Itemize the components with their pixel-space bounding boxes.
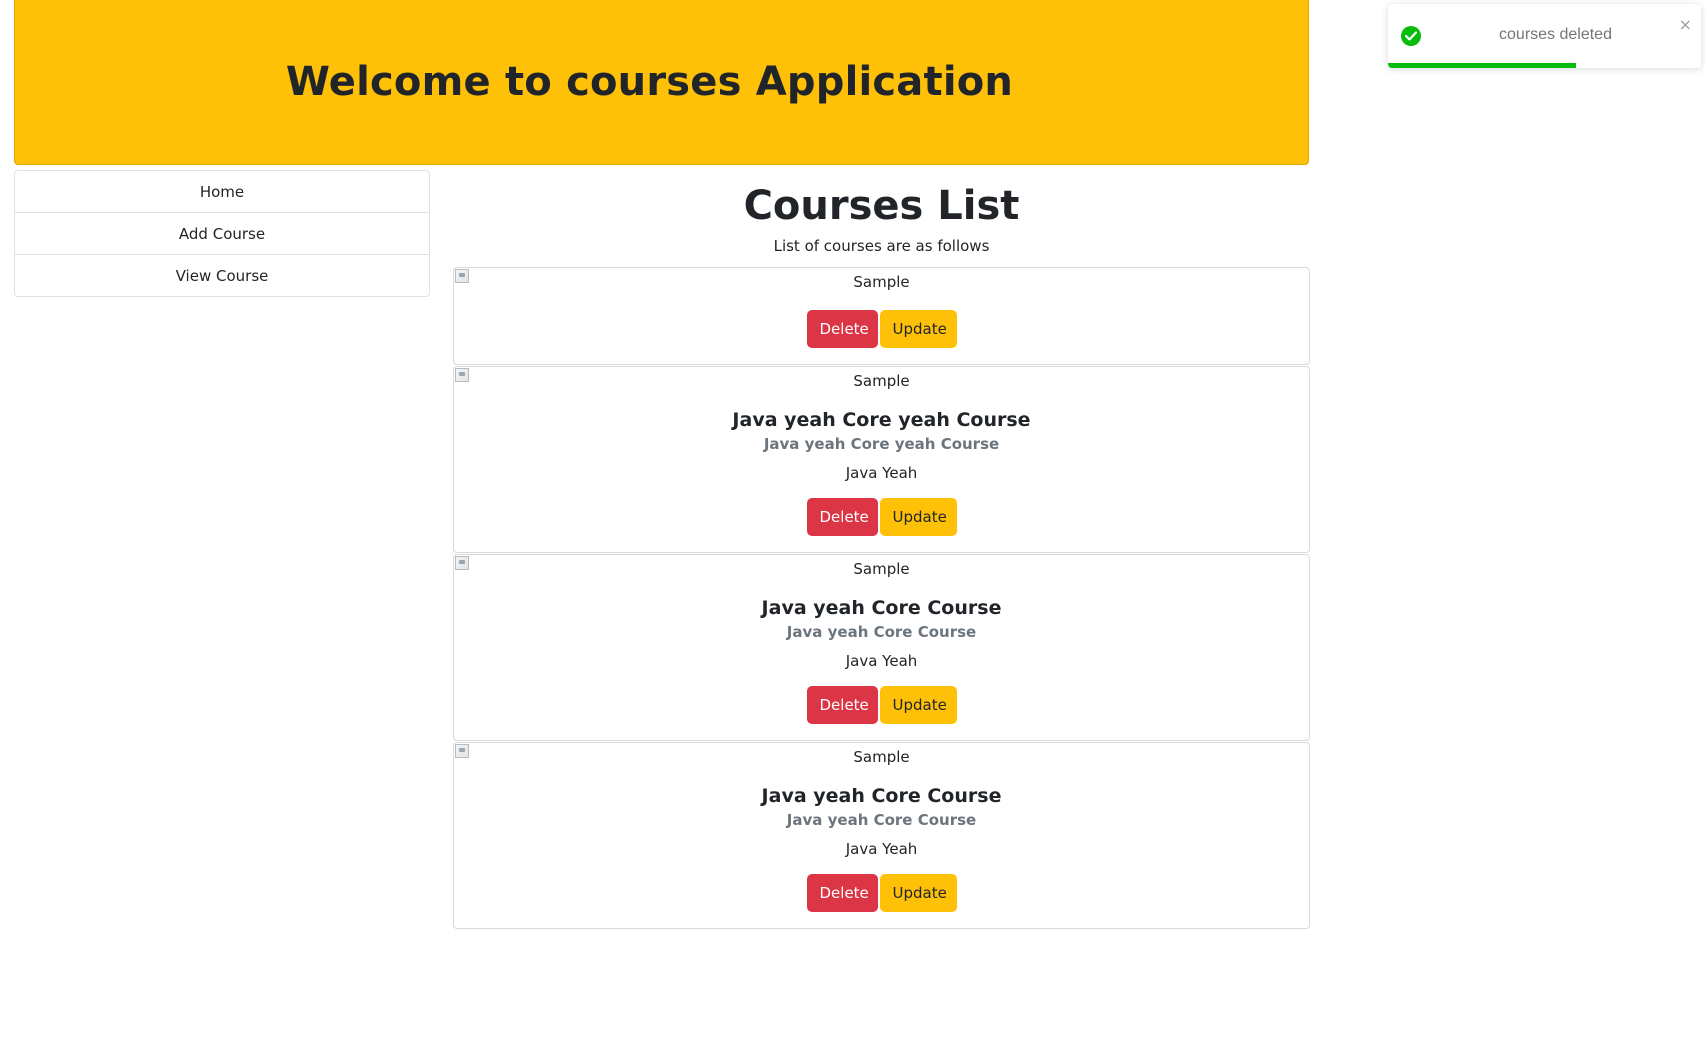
- toast-notification: courses deleted ×: [1388, 4, 1701, 68]
- course-subtitle: Java yeah Core yeah Course: [763, 435, 1000, 453]
- course-card: Sample Java yeah Core Course Java yeah C…: [453, 554, 1310, 741]
- course-actions: Delete Update: [454, 484, 1309, 552]
- page: Welcome to courses Application Home Add …: [0, 0, 1705, 1045]
- course-card: Sample Java yeah Core Course Java yeah C…: [453, 742, 1310, 929]
- broken-image-icon: [455, 269, 469, 283]
- course-description: Java Yeah: [845, 652, 918, 670]
- course-subtitle: Java yeah Core Course: [786, 623, 977, 641]
- update-button[interactable]: Update: [879, 686, 957, 724]
- broken-image-icon: [455, 556, 469, 570]
- header-banner: Welcome to courses Application: [14, 0, 1309, 165]
- main-content: Courses List List of courses are as foll…: [453, 170, 1310, 930]
- update-button[interactable]: Update: [879, 310, 957, 348]
- broken-image-icon: [455, 368, 469, 382]
- course-card: Sample Java yeah Core yeah Course Java y…: [453, 366, 1310, 553]
- delete-button[interactable]: Delete: [806, 498, 878, 536]
- delete-button[interactable]: Delete: [806, 686, 878, 724]
- update-button[interactable]: Update: [879, 498, 957, 536]
- course-actions: Delete Update: [454, 860, 1309, 928]
- course-title: Java yeah Core Course: [761, 785, 1002, 807]
- course-image-alt: Sample: [853, 273, 910, 291]
- course-subtitle: Java yeah Core Course: [786, 811, 977, 829]
- course-title: Java yeah Core yeah Course: [732, 409, 1031, 431]
- page-title: Courses List: [743, 183, 1020, 229]
- update-button[interactable]: Update: [879, 874, 957, 912]
- course-actions: Delete Update: [454, 294, 1309, 364]
- course-image: Sample: [454, 367, 1309, 393]
- course-list: Sample Delete Update Sample Java yeah Co…: [453, 267, 1310, 929]
- course-image: Sample: [454, 555, 1309, 581]
- course-actions: Delete Update: [454, 672, 1309, 740]
- course-card: Sample Delete Update: [453, 267, 1310, 365]
- course-title: Java yeah Core Course: [761, 597, 1002, 619]
- app-title: Welcome to courses Application: [285, 59, 1014, 105]
- check-circle-icon: [1401, 26, 1421, 46]
- sidebar-item-home[interactable]: Home: [15, 171, 429, 213]
- toast-message: courses deleted: [1499, 26, 1612, 43]
- sidebar-nav: Home Add Course View Course: [14, 170, 430, 297]
- course-image-alt: Sample: [853, 372, 910, 390]
- course-image: Sample: [454, 268, 1309, 294]
- course-image: Sample: [454, 743, 1309, 769]
- toast-progress-bar: [1388, 63, 1576, 68]
- sidebar-item-view-course[interactable]: View Course: [15, 255, 429, 296]
- delete-button[interactable]: Delete: [806, 310, 878, 348]
- broken-image-icon: [455, 744, 469, 758]
- delete-button[interactable]: Delete: [806, 874, 878, 912]
- course-image-alt: Sample: [853, 748, 910, 766]
- course-description: Java Yeah: [845, 464, 918, 482]
- sidebar-item-add-course[interactable]: Add Course: [15, 213, 429, 255]
- page-subtitle: List of courses are as follows: [773, 237, 990, 255]
- close-icon[interactable]: ×: [1679, 17, 1692, 33]
- course-image-alt: Sample: [853, 560, 910, 578]
- course-description: Java Yeah: [845, 840, 918, 858]
